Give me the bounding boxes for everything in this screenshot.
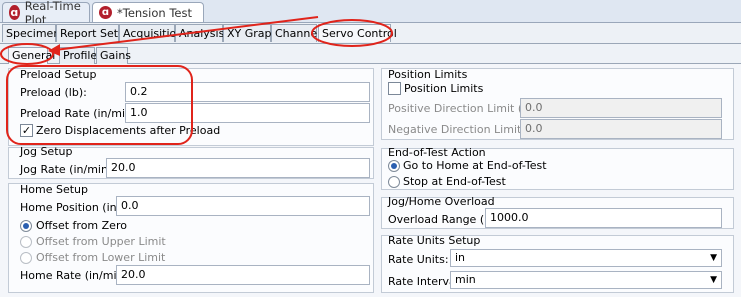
stop-at-end-radio[interactable] bbox=[388, 176, 400, 188]
home-position-label: Home Position (in): bbox=[20, 201, 125, 214]
end-of-test-title: End-of-Test Action bbox=[388, 146, 486, 159]
home-rate-label: Home Rate (in/min): bbox=[20, 269, 132, 282]
chevron-down-icon: ▼ bbox=[710, 275, 717, 285]
preload-setup-title: Preload Setup bbox=[20, 68, 97, 81]
home-rate-input[interactable]: 20.0 bbox=[116, 265, 370, 285]
app-logo-icon: ɑ bbox=[99, 6, 112, 19]
positive-limit-input[interactable]: 0.0 bbox=[520, 98, 722, 118]
editor-tab-realtime-plot[interactable]: ɑ Real-Time Plot bbox=[2, 0, 90, 27]
subtab-gains[interactable]: Gains bbox=[96, 47, 131, 64]
rate-units-label: Rate Units: bbox=[388, 253, 449, 266]
tab-channels[interactable]: Channels bbox=[271, 24, 326, 42]
editor-tab-tension-test[interactable]: ɑ *Tension Test bbox=[92, 2, 204, 22]
rate-interval-select[interactable]: min ▼ bbox=[450, 271, 722, 289]
editor-tab-label: *Tension Test bbox=[117, 5, 192, 20]
offset-from-lower-limit-radio[interactable] bbox=[20, 252, 32, 264]
jog-rate-input[interactable]: 20.0 bbox=[106, 158, 370, 178]
tab-acquisition[interactable]: Acquisition bbox=[119, 24, 183, 42]
chevron-down-icon: ▼ bbox=[710, 253, 717, 263]
go-to-home-label: Go to Home at End-of-Test bbox=[403, 159, 547, 172]
home-position-input[interactable]: 0.0 bbox=[116, 196, 370, 216]
preload-label: Preload (lb): bbox=[20, 86, 87, 99]
overload-range-input[interactable]: 1000.0 bbox=[485, 208, 722, 228]
tab-specimen[interactable]: Specimen bbox=[2, 24, 60, 42]
tab-analysis[interactable]: Analysis bbox=[175, 24, 224, 42]
subtab-general[interactable]: General bbox=[8, 47, 55, 64]
zero-displacements-label: Zero Displacements after Preload bbox=[36, 124, 221, 137]
preload-rate-label: Preload Rate (in/min): bbox=[20, 107, 140, 120]
subtab-profile[interactable]: Profile bbox=[59, 47, 97, 64]
offset-from-upper-limit-radio[interactable] bbox=[20, 236, 32, 248]
rate-units-title: Rate Units Setup bbox=[388, 234, 481, 247]
offset-from-upper-limit-label: Offset from Upper Limit bbox=[36, 235, 166, 248]
jog-setup-title: Jog Setup bbox=[20, 145, 73, 158]
stop-at-end-label: Stop at End-of-Test bbox=[403, 175, 506, 188]
offset-from-lower-limit-label: Offset from Lower Limit bbox=[36, 251, 166, 264]
tab-xy-graph[interactable]: XY Graph bbox=[223, 24, 279, 42]
jog-home-overload-title: Jog/Home Overload bbox=[388, 195, 495, 208]
position-limits-checkbox[interactable] bbox=[388, 82, 401, 95]
tab-report-setup[interactable]: Report Setup bbox=[56, 24, 132, 42]
zero-displacements-checkbox[interactable]: ✓ bbox=[20, 124, 33, 137]
home-setup-title: Home Setup bbox=[20, 183, 88, 196]
position-limits-title: Position Limits bbox=[388, 68, 468, 81]
app-logo-icon: ɑ bbox=[9, 5, 20, 20]
go-to-home-radio[interactable] bbox=[388, 160, 400, 172]
preload-rate-input[interactable]: 1.0 bbox=[125, 103, 370, 123]
rate-interval-value: min bbox=[455, 273, 476, 286]
negative-limit-input[interactable]: 0.0 bbox=[520, 119, 722, 139]
position-limits-label: Position Limits bbox=[404, 82, 484, 95]
rate-units-value: in bbox=[455, 251, 466, 264]
positive-limit-label: Positive Direction Limit (in): bbox=[388, 102, 541, 115]
offset-from-zero-label: Offset from Zero bbox=[36, 219, 127, 232]
preload-input[interactable]: 0.2 bbox=[125, 82, 370, 102]
jog-rate-label: Jog Rate (in/min): bbox=[20, 163, 116, 176]
offset-from-zero-radio[interactable] bbox=[20, 220, 32, 232]
rate-units-select[interactable]: in ▼ bbox=[450, 249, 722, 267]
tab-servo-control[interactable]: Servo Control bbox=[318, 24, 397, 42]
